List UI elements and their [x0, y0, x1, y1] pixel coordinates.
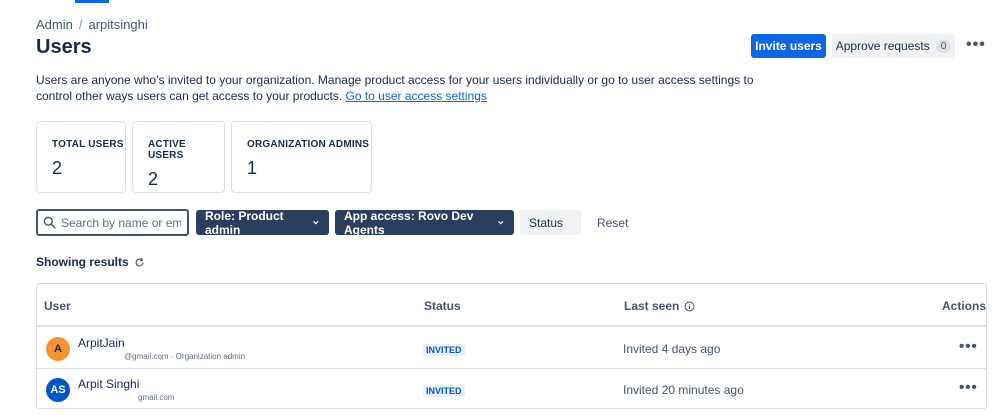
invite-users-button[interactable]: Invite users [751, 34, 826, 58]
row-more-icon[interactable]: ••• [959, 379, 978, 396]
stat-organization-admins: ORGANIZATION ADMINS 1 [231, 121, 372, 193]
table-row[interactable]: A ArpitJain @gmail.com · Organization ad… [37, 328, 986, 369]
chevron-down-icon [571, 222, 572, 223]
users-table: User Status Last seen Actions A ArpitJai… [36, 283, 987, 409]
stat-label: ORGANIZATION ADMINS [247, 139, 370, 150]
status-filter-label: Status [529, 215, 564, 230]
chevron-down-icon [313, 220, 319, 225]
stat-label: ACTIVE USERS [148, 139, 186, 161]
breadcrumb-site[interactable]: arpitsinghi [88, 17, 147, 32]
user-email-role: @gmail.com · Organization admin [124, 352, 246, 361]
page-more-icon[interactable]: ••• [966, 36, 986, 54]
status-badge: INVITED [423, 385, 465, 397]
search-input[interactable] [61, 215, 181, 230]
search-icon [43, 216, 56, 229]
stat-active-users: ACTIVE USERS 2 [132, 121, 225, 193]
table-row[interactable]: AS Arpit Singhi gmail.com INVITED Invite… [37, 369, 986, 410]
last-seen-label: Last seen [624, 299, 680, 313]
avatar: AS [46, 378, 70, 402]
active-nav-indicator [75, 0, 109, 3]
stat-total-users: TOTAL USERS 2 [36, 121, 126, 193]
search-field[interactable] [36, 209, 189, 236]
approve-requests-label: Approve requests [835, 39, 930, 53]
stat-label: TOTAL USERS [52, 139, 124, 150]
refresh-icon[interactable] [134, 257, 145, 268]
column-header-status: Status [424, 299, 461, 313]
reset-filters-button[interactable]: Reset [597, 216, 628, 230]
showing-results: Showing results [36, 255, 145, 269]
column-header-last-seen: Last seen [624, 299, 695, 313]
role-filter-label: Role: Product admin [205, 208, 284, 237]
table-header: User Status Last seen Actions [37, 284, 986, 327]
column-header-user[interactable]: User [44, 299, 71, 313]
last-seen-value: Invited 20 minutes ago [623, 383, 744, 397]
column-header-actions: Actions [942, 299, 987, 313]
role-filter[interactable]: Role: Product admin [196, 208, 329, 237]
app-access-filter-label: App access: Rovo Dev Agents [344, 208, 474, 237]
user-name[interactable]: Arpit Singhi [78, 377, 139, 391]
avatar: A [46, 337, 70, 361]
user-name[interactable]: ArpitJain [78, 336, 125, 350]
user-email: gmail.com [138, 393, 175, 402]
breadcrumb: Admin / arpitsinghi [36, 17, 148, 32]
status-filter[interactable]: Status [520, 210, 581, 235]
chevron-down-icon [498, 220, 504, 225]
stat-value: 2 [52, 158, 63, 178]
breadcrumb-separator: / [78, 17, 83, 32]
stat-value: 2 [148, 169, 159, 189]
breadcrumb-admin[interactable]: Admin [36, 17, 73, 32]
approve-requests-button[interactable]: Approve requests 0 [832, 34, 955, 58]
page-description: Users are anyone who’s invited to your o… [36, 72, 766, 104]
showing-results-label: Showing results [36, 255, 129, 269]
row-more-icon[interactable]: ••• [959, 338, 978, 355]
info-icon[interactable] [684, 301, 695, 312]
app-access-filter[interactable]: App access: Rovo Dev Agents [335, 208, 514, 237]
stat-value: 1 [247, 158, 258, 178]
last-seen-value: Invited 4 days ago [623, 342, 721, 356]
status-badge: INVITED [423, 344, 465, 356]
invite-users-label: Invite users [755, 39, 822, 53]
page-title: Users [36, 36, 92, 58]
user-access-settings-link[interactable]: Go to user access settings [346, 89, 487, 103]
approve-requests-count: 0 [935, 39, 952, 53]
